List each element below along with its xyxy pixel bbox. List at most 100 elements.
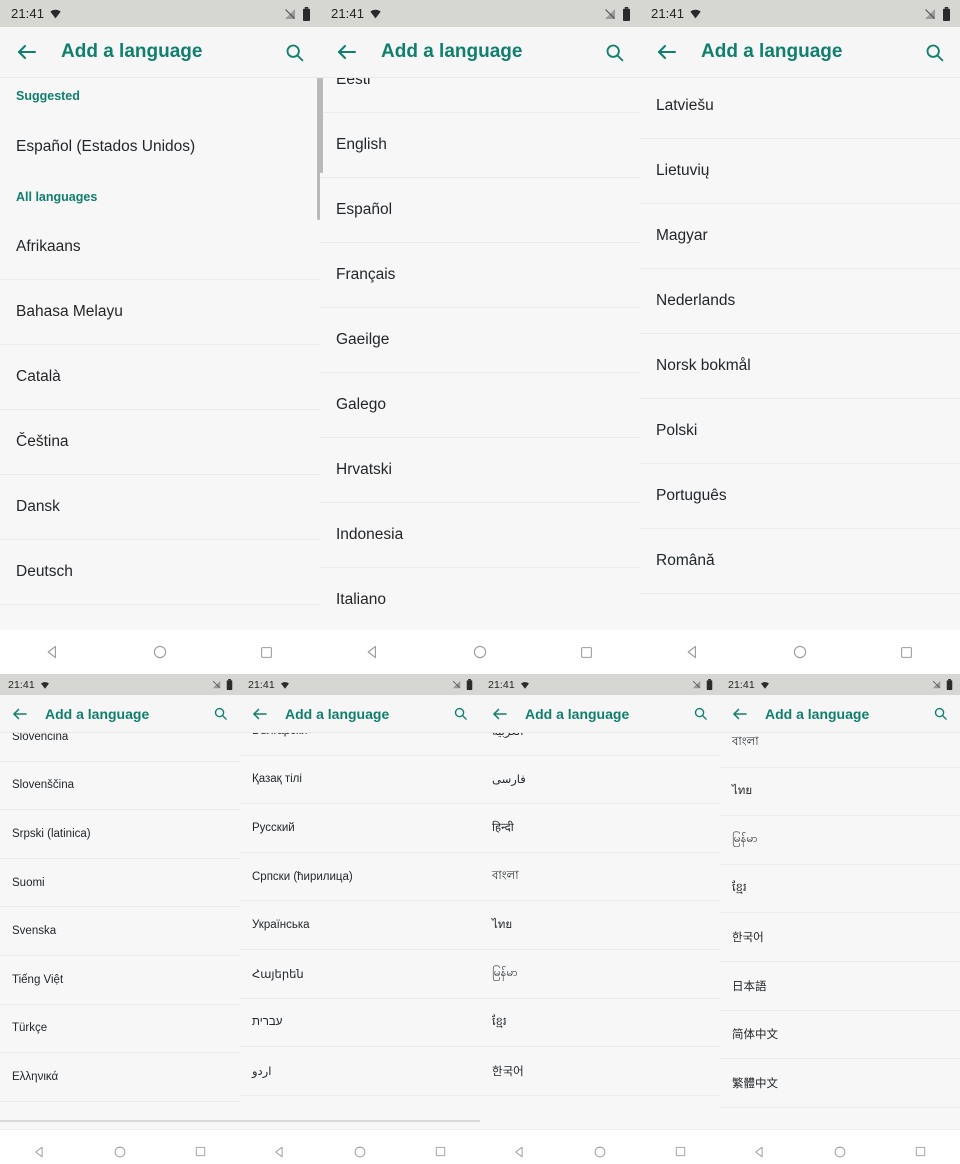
nav-home-circle-icon[interactable] (463, 635, 497, 669)
list-item[interactable]: Polski (640, 399, 960, 464)
list-item[interactable]: हिन्दी (480, 804, 720, 853)
back-arrow-icon[interactable] (489, 703, 511, 725)
nav-back-triangle-icon[interactable] (676, 635, 710, 669)
list-item[interactable]: فارسی (480, 756, 720, 805)
nav-recents-square-icon[interactable] (903, 1135, 937, 1164)
search-icon[interactable] (921, 39, 947, 65)
nav-back-triangle-icon[interactable] (36, 635, 70, 669)
language-list-viewport[interactable]: বাংলা ไทย မြန်မာ ខ្មែរ 한국어 日本語 简体中文 繁體中文 (720, 733, 960, 1129)
list-item[interactable]: Bahasa Melayu (0, 280, 320, 345)
list-item[interactable]: Italiano (320, 568, 640, 630)
list-item[interactable]: Español (320, 178, 640, 243)
list-item[interactable]: Magyar (640, 204, 960, 269)
list-item[interactable]: ไทย (720, 768, 960, 817)
list-item[interactable]: 한국어 (480, 1047, 720, 1096)
back-arrow-icon[interactable] (9, 703, 31, 725)
list-item[interactable]: Galego (320, 373, 640, 438)
list-item[interactable]: ខ្មែរ (480, 999, 720, 1048)
list-item[interactable]: Suomi (0, 859, 240, 908)
list-item[interactable]: Srpski (latinica) (0, 810, 240, 859)
list-item[interactable]: 繁體中文 (720, 1059, 960, 1108)
search-icon[interactable] (690, 704, 710, 724)
list-item[interactable]: Română (640, 529, 960, 594)
language-list-viewport[interactable]: Latviešu Lietuvių Magyar Nederlands Nors… (640, 78, 960, 630)
language-list-viewport[interactable]: Български Қазақ тілі Русский Српски (ћир… (240, 733, 480, 1129)
list-item[interactable]: Español (Estados Unidos) (0, 114, 320, 179)
list-item[interactable]: বাংলা (480, 853, 720, 902)
list-item[interactable]: Latviešu (640, 78, 960, 139)
back-arrow-icon[interactable] (12, 37, 42, 67)
list-item[interactable]: Català (0, 345, 320, 410)
list-item[interactable]: Slovenčina (0, 733, 240, 762)
nav-home-circle-icon[interactable] (783, 635, 817, 669)
list-item[interactable]: ไทย (480, 901, 720, 950)
list-item[interactable]: Ελληνικά (0, 1053, 240, 1102)
nav-back-triangle-icon[interactable] (263, 1135, 297, 1164)
list-item[interactable]: English (320, 113, 640, 178)
list-item[interactable]: Svenska (0, 907, 240, 956)
language-list-viewport[interactable]: Slovenčina Slovenščina Srpski (latinica)… (0, 733, 240, 1129)
list-item[interactable]: မြန်မာ (480, 950, 720, 999)
list-scrollbar-thumb[interactable] (320, 78, 323, 173)
search-icon[interactable] (930, 704, 950, 724)
language-list-viewport[interactable]: العربية فارسی हिन्दी বাংলা ไทย မြန်မာ ខ្… (480, 733, 720, 1129)
list-item[interactable]: Հայերեն (240, 950, 480, 999)
nav-home-circle-icon[interactable] (103, 1135, 137, 1164)
list-item[interactable]: Deutsch (0, 540, 320, 605)
nav-back-triangle-icon[interactable] (743, 1135, 777, 1164)
nav-back-triangle-icon[interactable] (503, 1135, 537, 1164)
list-item[interactable]: Français (320, 243, 640, 308)
nav-recents-square-icon[interactable] (890, 635, 924, 669)
list-item[interactable]: Lietuvių (640, 139, 960, 204)
list-item[interactable]: Dansk (0, 475, 320, 540)
list-item[interactable]: Gaeilge (320, 308, 640, 373)
list-item[interactable]: العربية (480, 733, 720, 756)
list-item[interactable]: Türkçe (0, 1005, 240, 1054)
search-icon[interactable] (210, 704, 230, 724)
list-item[interactable]: Eesti (320, 78, 640, 113)
nav-home-circle-icon[interactable] (343, 1135, 377, 1164)
back-arrow-icon[interactable] (652, 37, 682, 67)
list-item[interactable]: Norsk bokmål (640, 334, 960, 399)
list-item[interactable]: 日本語 (720, 962, 960, 1011)
list-item[interactable]: Indonesia (320, 503, 640, 568)
back-arrow-icon[interactable] (332, 37, 362, 67)
nav-recents-square-icon[interactable] (423, 1135, 457, 1164)
list-item[interactable]: 简体中文 (720, 1011, 960, 1060)
list-item[interactable]: မြန်မာ (720, 816, 960, 865)
list-item[interactable]: Nederlands (640, 269, 960, 334)
list-item[interactable]: Қазақ тілі (240, 756, 480, 805)
nav-home-circle-icon[interactable] (823, 1135, 857, 1164)
nav-home-circle-icon[interactable] (143, 635, 177, 669)
list-item[interactable]: বাংলা (720, 733, 960, 768)
list-item[interactable]: Slovenščina (0, 762, 240, 811)
search-icon[interactable] (281, 39, 307, 65)
language-list-viewport[interactable]: Suggested Español (Estados Unidos) All l… (0, 78, 320, 630)
search-icon[interactable] (450, 704, 470, 724)
list-item[interactable]: Português (640, 464, 960, 529)
nav-home-circle-icon[interactable] (583, 1135, 617, 1164)
nav-recents-square-icon[interactable] (570, 635, 604, 669)
back-arrow-icon[interactable] (249, 703, 271, 725)
nav-recents-square-icon[interactable] (663, 1135, 697, 1164)
status-bar-left: 21:41 (488, 679, 530, 691)
list-item[interactable]: Tiếng Việt (0, 956, 240, 1005)
list-item[interactable]: اردو (240, 1047, 480, 1096)
list-item[interactable]: Українська (240, 901, 480, 950)
back-arrow-icon[interactable] (729, 703, 751, 725)
list-item[interactable]: Български (240, 733, 480, 756)
search-icon[interactable] (601, 39, 627, 65)
list-item[interactable]: 한국어 (720, 913, 960, 962)
list-item[interactable]: Русский (240, 804, 480, 853)
list-item[interactable]: Čeština (0, 410, 320, 475)
nav-recents-square-icon[interactable] (183, 1135, 217, 1164)
language-list-viewport[interactable]: Eesti English Español Français Gaeilge G… (320, 78, 640, 630)
nav-recents-square-icon[interactable] (250, 635, 284, 669)
list-item[interactable]: Hrvatski (320, 438, 640, 503)
nav-back-triangle-icon[interactable] (356, 635, 390, 669)
list-item[interactable]: Српски (ћирилица) (240, 853, 480, 902)
list-item[interactable]: ខ្មែរ (720, 865, 960, 914)
list-item[interactable]: Afrikaans (0, 215, 320, 280)
nav-back-triangle-icon[interactable] (23, 1135, 57, 1164)
list-item[interactable]: עברית (240, 999, 480, 1048)
